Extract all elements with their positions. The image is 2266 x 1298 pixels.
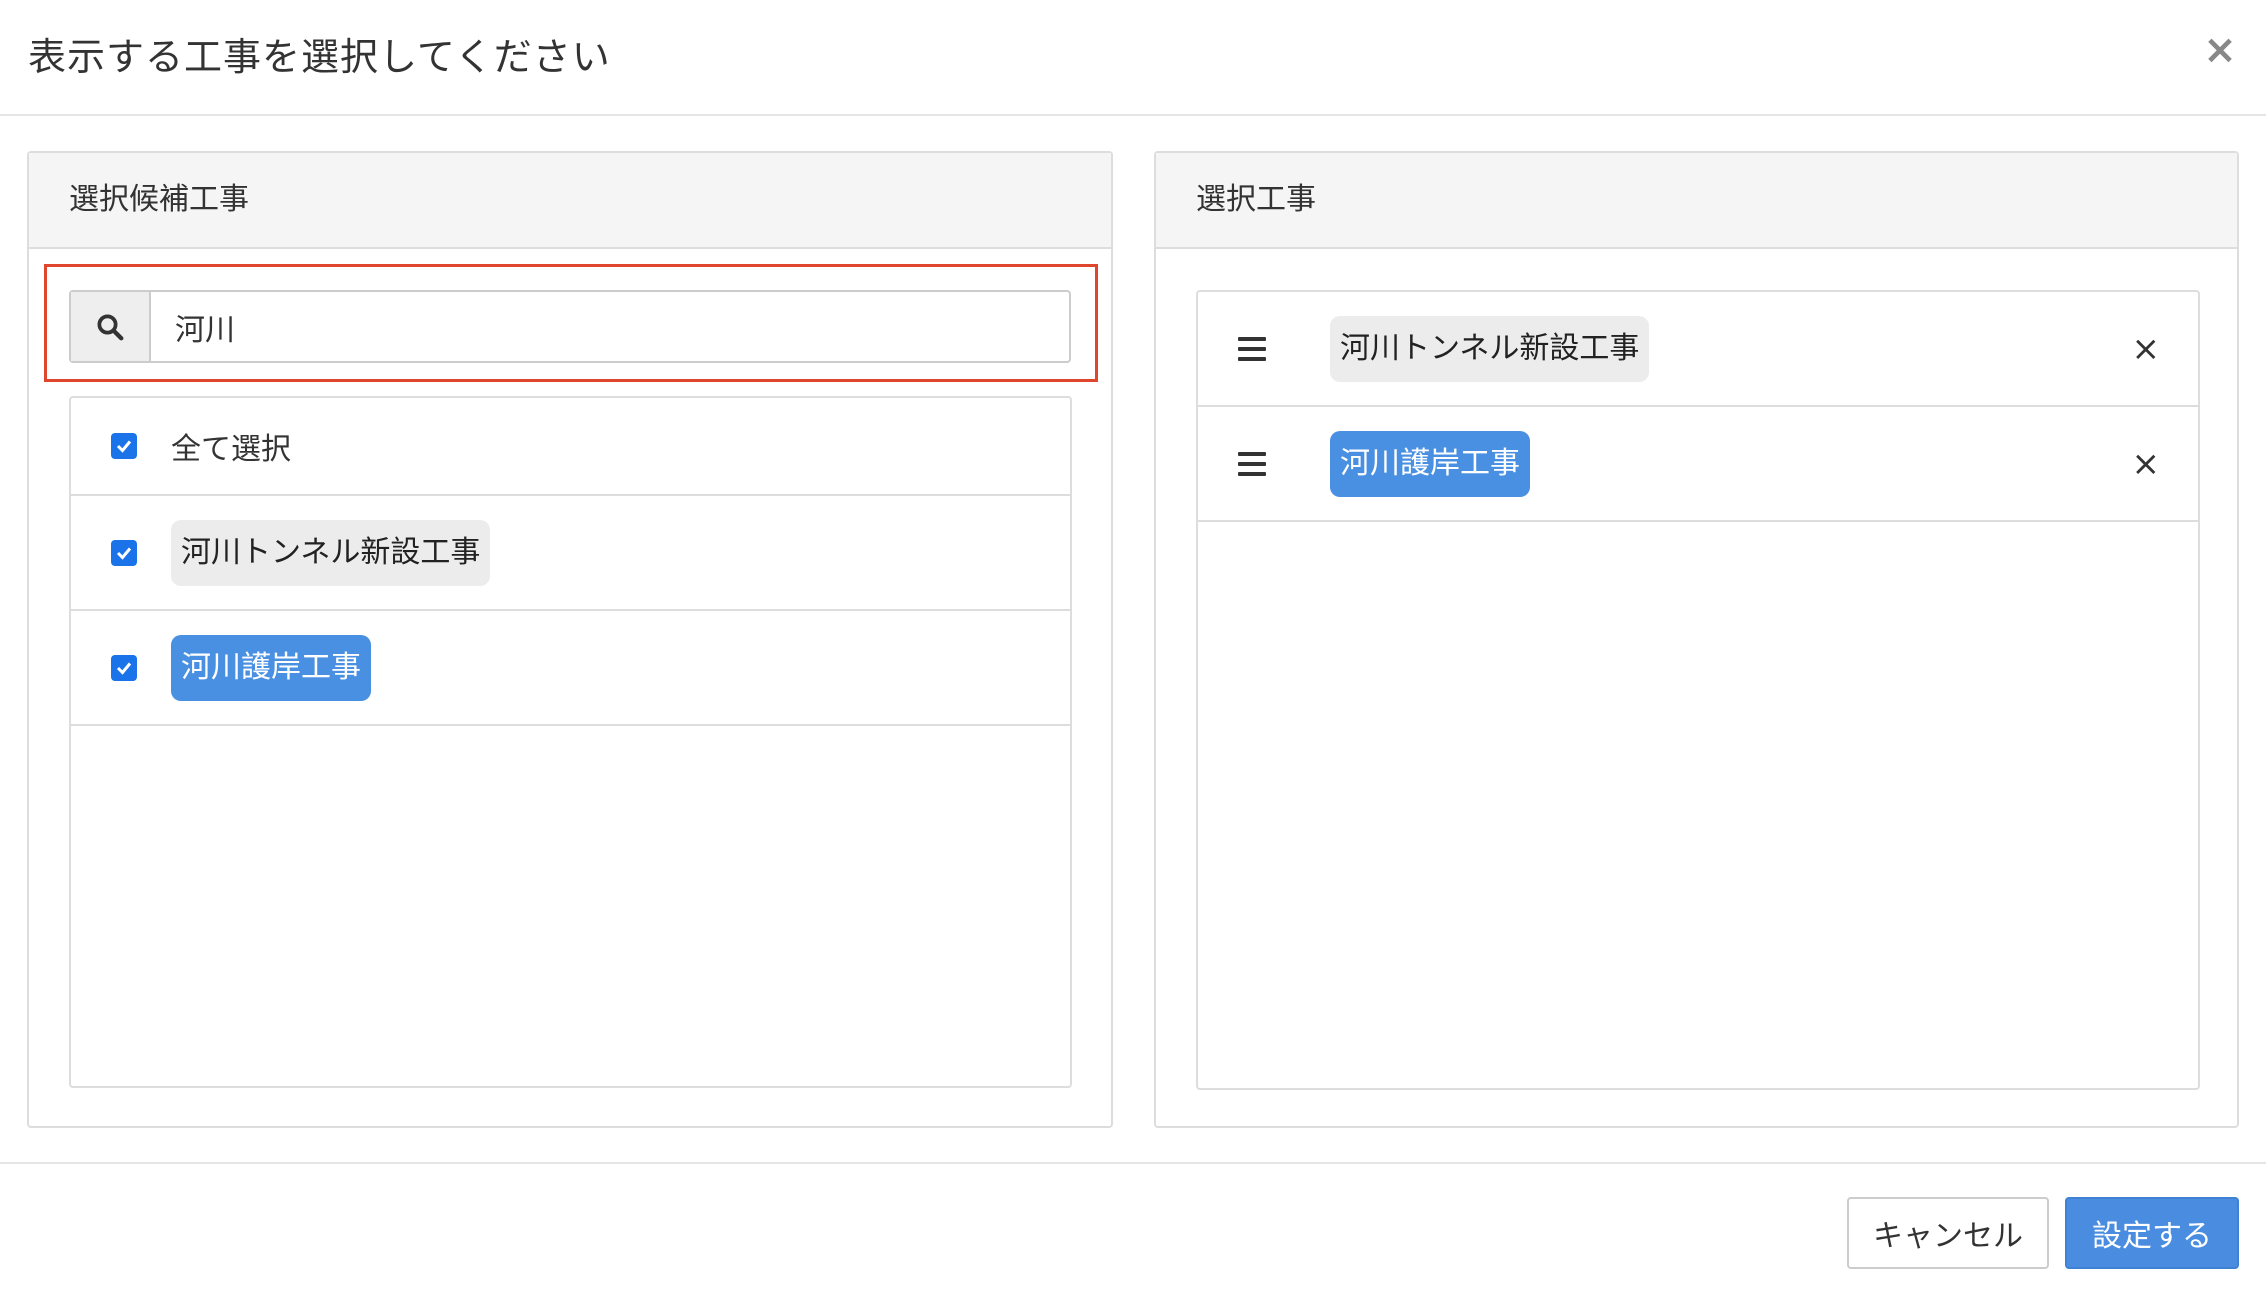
drag-handle-icon[interactable] [1238,451,1266,476]
modal-footer: キャンセル 設定する [0,1162,2266,1298]
project-tag: 河川護岸工事 [171,634,371,701]
project-tag: 河川トンネル新設工事 [171,519,491,586]
list-item[interactable]: 河川トンネル新設工事 [71,496,1070,611]
item-checkbox[interactable] [111,539,137,566]
selected-panel-heading: 選択工事 [1156,153,2237,249]
candidate-panel-heading: 選択候補工事 [29,153,1111,249]
drag-handle-icon[interactable] [1238,336,1266,361]
search-input[interactable] [151,292,1069,361]
select-all-row[interactable]: 全て選択 [71,398,1070,496]
candidate-panel: 選択候補工事 全て選択 河川トンネル新設工事 河川護 [27,151,1113,1128]
list-item[interactable]: 河川護岸工事 [71,611,1070,726]
search-icon [71,292,151,361]
item-checkbox[interactable] [111,654,137,681]
confirm-button[interactable]: 設定する [2065,1197,2239,1269]
search-group [69,290,1071,363]
remove-icon[interactable]: × [2132,447,2161,481]
selected-item[interactable]: 河川トンネル新設工事 × [1198,292,2198,407]
select-all-checkbox[interactable] [111,433,137,459]
selected-list: 河川トンネル新設工事 × 河川護岸工事 × [1196,290,2200,1090]
candidate-list: 全て選択 河川トンネル新設工事 河川護岸工事 [69,396,1072,1088]
project-tag: 河川護岸工事 [1330,430,1530,497]
cancel-button[interactable]: キャンセル [1847,1197,2049,1269]
selected-item[interactable]: 河川護岸工事 × [1198,407,2198,522]
close-icon[interactable]: × [2200,30,2240,70]
modal-header: 表示する工事を選択してください × [0,0,2266,116]
selected-panel: 選択工事 河川トンネル新設工事 × 河川護岸工事 × [1154,151,2239,1128]
project-tag: 河川トンネル新設工事 [1330,315,1650,382]
remove-icon[interactable]: × [2132,332,2161,366]
select-all-label: 全て選択 [171,432,291,467]
modal-title: 表示する工事を選択してください [28,35,611,79]
